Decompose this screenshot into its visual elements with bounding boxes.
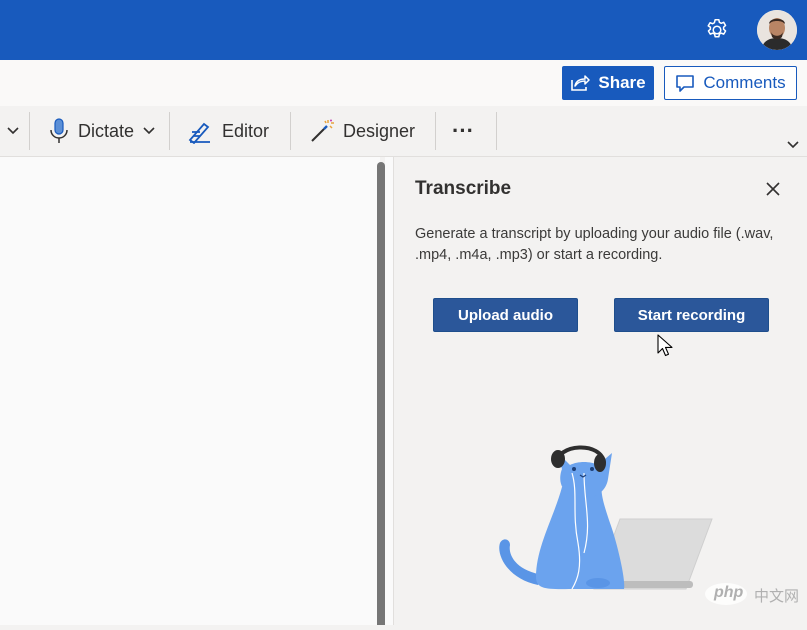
chevron-down-icon	[7, 127, 19, 135]
chevron-down-icon	[787, 141, 799, 149]
mouse-cursor-icon	[657, 334, 673, 358]
designer-wand-icon	[311, 119, 334, 142]
watermark-cn: 中文网	[754, 588, 800, 605]
microphone-icon	[50, 118, 68, 143]
upload-audio-button[interactable]: Upload audio	[433, 298, 578, 332]
more-options-label: ···	[452, 118, 474, 143]
start-recording-label: Start recording	[637, 306, 746, 324]
share-icon	[571, 75, 591, 91]
document-scrollbar[interactable]	[377, 162, 385, 625]
cat-headphones-illustration	[480, 425, 725, 625]
app-header	[0, 0, 807, 60]
designer-label: Designer	[343, 120, 416, 141]
ribbon-divider	[290, 112, 291, 150]
php-watermark: php 中文网	[704, 578, 804, 610]
start-recording-button[interactable]: Start recording	[614, 298, 769, 332]
comments-button[interactable]: Comments	[664, 66, 797, 100]
designer-button[interactable]: Designer	[309, 106, 415, 156]
pane-description: Generate a transcript by uploading your …	[415, 226, 774, 263]
close-icon[interactable]	[764, 180, 782, 198]
comment-icon	[676, 75, 695, 92]
ribbon-divider	[435, 112, 436, 150]
pane-gutter	[385, 157, 393, 625]
settings-gear-icon[interactable]	[704, 17, 730, 43]
chevron-down-icon[interactable]	[142, 126, 156, 136]
comments-label: Comments	[703, 73, 786, 92]
ribbon-prev-dropdown[interactable]	[6, 106, 20, 156]
editor-button[interactable]: Editor	[186, 106, 269, 156]
ribbon-divider	[29, 112, 30, 150]
editor-label: Editor	[222, 120, 270, 141]
watermark-php: php	[714, 584, 744, 601]
editor-pen-icon	[188, 122, 210, 144]
ribbon-divider	[496, 112, 497, 150]
ribbon-divider	[169, 112, 170, 150]
share-button[interactable]: Share	[562, 66, 654, 100]
pane-title: Transcribe	[415, 178, 512, 199]
document-canvas[interactable]	[0, 157, 380, 625]
dictate-button[interactable]: Dictate	[48, 106, 156, 156]
dictate-label: Dictate	[78, 120, 135, 141]
ribbon-expand-button[interactable]	[786, 134, 800, 156]
more-options-button[interactable]: ···	[452, 106, 474, 156]
share-label: Share	[598, 73, 646, 92]
upload-audio-label: Upload audio	[458, 306, 553, 324]
user-avatar[interactable]	[757, 10, 797, 50]
